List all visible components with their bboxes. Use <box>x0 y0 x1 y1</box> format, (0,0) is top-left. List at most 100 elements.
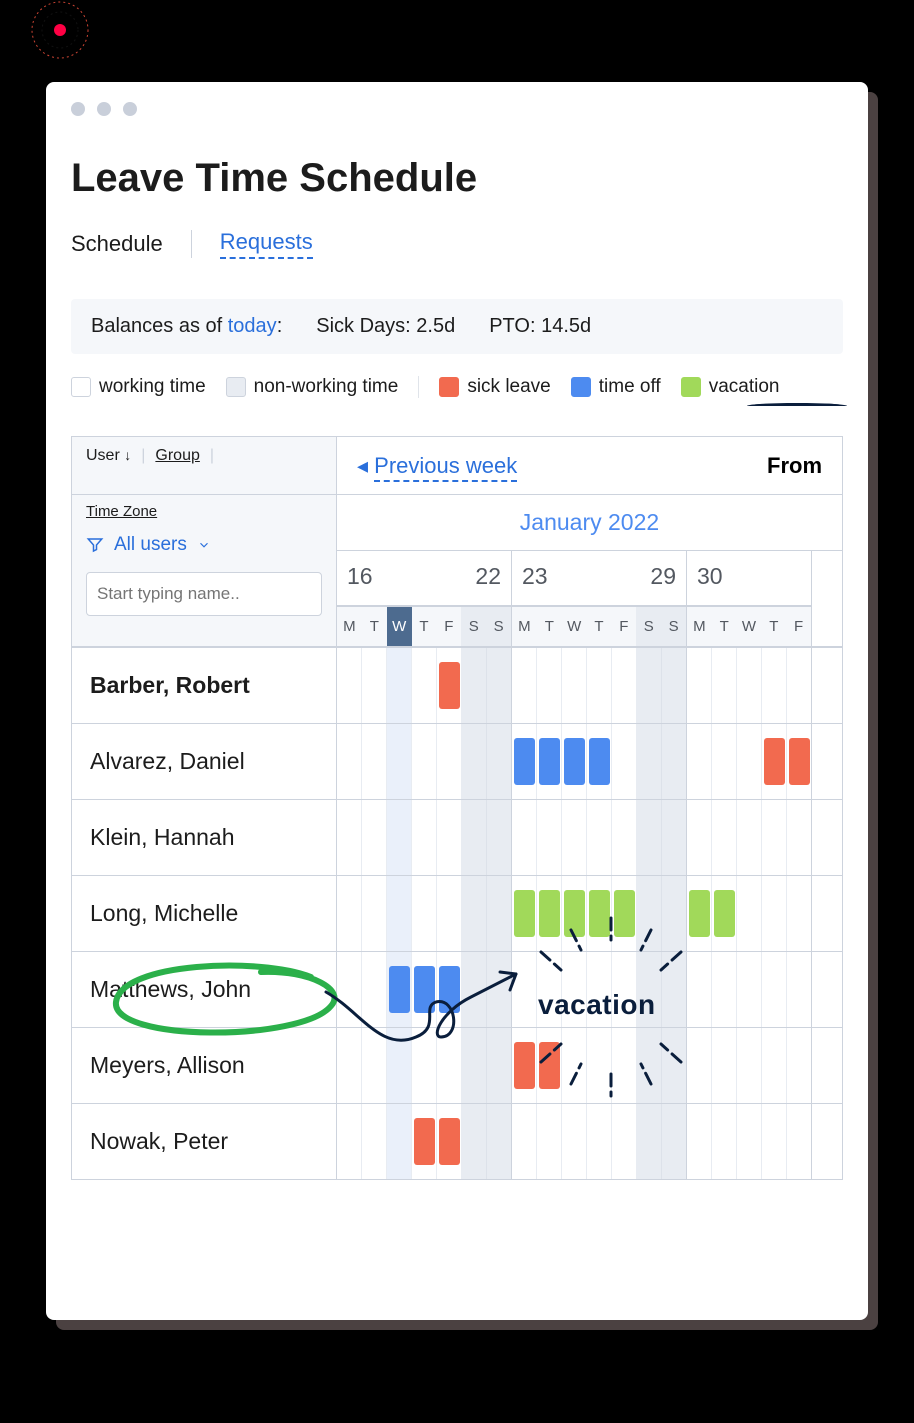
schedule-cell[interactable] <box>537 952 562 1027</box>
schedule-cell[interactable] <box>737 1104 762 1179</box>
schedule-cell[interactable] <box>637 952 662 1027</box>
schedule-cell[interactable] <box>762 1104 787 1179</box>
schedule-cell[interactable] <box>512 648 537 723</box>
search-input[interactable] <box>97 584 318 604</box>
schedule-cell[interactable] <box>562 648 587 723</box>
schedule-cell[interactable] <box>387 724 412 799</box>
leave-block-green[interactable] <box>614 890 635 937</box>
schedule-cell[interactable] <box>387 648 412 723</box>
schedule-cell[interactable] <box>612 648 637 723</box>
leave-block-red[interactable] <box>439 1118 460 1165</box>
schedule-cell[interactable] <box>387 952 412 1027</box>
schedule-cell[interactable] <box>537 876 562 951</box>
leave-block-green[interactable] <box>589 890 610 937</box>
leave-block-blue[interactable] <box>389 966 410 1013</box>
schedule-cell[interactable] <box>712 876 737 951</box>
schedule-cell[interactable] <box>562 876 587 951</box>
schedule-cell[interactable] <box>387 800 412 875</box>
schedule-cell[interactable] <box>487 648 512 723</box>
schedule-cell[interactable] <box>762 800 787 875</box>
schedule-cell[interactable] <box>412 876 437 951</box>
schedule-cell[interactable] <box>687 1028 712 1103</box>
schedule-cell[interactable] <box>637 648 662 723</box>
schedule-cell[interactable] <box>712 724 737 799</box>
user-name-cell[interactable]: Barber, Robert <box>72 648 337 723</box>
schedule-cell[interactable] <box>612 1104 637 1179</box>
schedule-cell[interactable] <box>762 724 787 799</box>
schedule-cell[interactable] <box>687 800 712 875</box>
schedule-cell[interactable] <box>662 1104 687 1179</box>
schedule-cell[interactable] <box>337 724 362 799</box>
schedule-cell[interactable] <box>612 876 637 951</box>
schedule-cell[interactable] <box>412 1104 437 1179</box>
user-name-cell[interactable]: Matthews, John <box>72 952 337 1027</box>
from-label[interactable]: From <box>767 453 822 479</box>
schedule-cell[interactable] <box>612 1028 637 1103</box>
schedule-cell[interactable] <box>362 648 387 723</box>
schedule-cell[interactable] <box>512 952 537 1027</box>
schedule-cell[interactable] <box>712 800 737 875</box>
schedule-cell[interactable] <box>462 1028 487 1103</box>
leave-block-red[interactable] <box>439 662 460 709</box>
leave-block-green[interactable] <box>539 890 560 937</box>
leave-block-blue[interactable] <box>514 738 535 785</box>
schedule-cell[interactable] <box>387 1104 412 1179</box>
schedule-cell[interactable] <box>487 952 512 1027</box>
schedule-cell[interactable] <box>737 648 762 723</box>
schedule-cell[interactable] <box>612 800 637 875</box>
schedule-cell[interactable] <box>587 1028 612 1103</box>
schedule-cell[interactable] <box>412 648 437 723</box>
sort-group[interactable]: Group <box>155 447 199 465</box>
schedule-cell[interactable] <box>712 1104 737 1179</box>
schedule-cell[interactable] <box>512 800 537 875</box>
user-name-cell[interactable]: Meyers, Allison <box>72 1028 337 1103</box>
schedule-cell[interactable] <box>562 724 587 799</box>
schedule-cell[interactable] <box>787 724 812 799</box>
schedule-cell[interactable] <box>687 876 712 951</box>
schedule-cell[interactable] <box>487 1028 512 1103</box>
schedule-cell[interactable] <box>687 952 712 1027</box>
schedule-cell[interactable] <box>337 648 362 723</box>
schedule-cell[interactable] <box>562 1104 587 1179</box>
leave-block-red[interactable] <box>414 1118 435 1165</box>
schedule-cell[interactable] <box>337 1028 362 1103</box>
schedule-cell[interactable] <box>337 1104 362 1179</box>
schedule-cell[interactable] <box>487 724 512 799</box>
schedule-cell[interactable] <box>762 648 787 723</box>
schedule-cell[interactable] <box>387 1028 412 1103</box>
leave-block-red[interactable] <box>514 1042 535 1089</box>
schedule-cell[interactable] <box>437 800 462 875</box>
leave-block-green[interactable] <box>689 890 710 937</box>
schedule-cell[interactable] <box>462 952 487 1027</box>
sort-user[interactable]: User ↓ <box>86 447 131 465</box>
schedule-cell[interactable] <box>512 876 537 951</box>
schedule-cell[interactable] <box>787 1104 812 1179</box>
schedule-cell[interactable] <box>587 1104 612 1179</box>
schedule-cell[interactable] <box>412 1028 437 1103</box>
schedule-cell[interactable] <box>637 724 662 799</box>
schedule-cell[interactable] <box>587 952 612 1027</box>
schedule-cell[interactable] <box>762 1028 787 1103</box>
schedule-cell[interactable] <box>637 800 662 875</box>
schedule-cell[interactable] <box>437 724 462 799</box>
schedule-cell[interactable] <box>437 648 462 723</box>
schedule-cell[interactable] <box>362 724 387 799</box>
tab-schedule[interactable]: Schedule <box>71 231 163 257</box>
schedule-cell[interactable] <box>562 1028 587 1103</box>
schedule-cell[interactable] <box>587 800 612 875</box>
schedule-cell[interactable] <box>487 876 512 951</box>
leave-block-red[interactable] <box>539 1042 560 1089</box>
schedule-cell[interactable] <box>512 1104 537 1179</box>
schedule-cell[interactable] <box>662 724 687 799</box>
schedule-cell[interactable] <box>537 1028 562 1103</box>
schedule-cell[interactable] <box>587 648 612 723</box>
schedule-cell[interactable] <box>662 952 687 1027</box>
schedule-cell[interactable] <box>462 876 487 951</box>
schedule-cell[interactable] <box>337 952 362 1027</box>
schedule-cell[interactable] <box>487 1104 512 1179</box>
schedule-cell[interactable] <box>687 724 712 799</box>
schedule-cell[interactable] <box>637 876 662 951</box>
leave-block-blue[interactable] <box>539 738 560 785</box>
schedule-cell[interactable] <box>537 1104 562 1179</box>
timezone-link[interactable]: Time Zone <box>86 503 322 520</box>
